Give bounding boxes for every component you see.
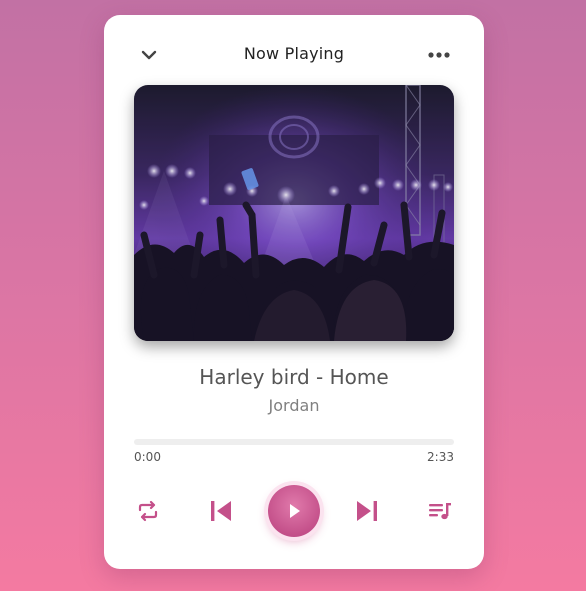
play-icon (290, 504, 300, 518)
repeat-icon (138, 500, 158, 522)
track-artist: Jordan (268, 396, 320, 415)
player-card: Now Playing Harley bird - Home Jordan 0:… (104, 15, 484, 569)
more-horizontal-icon (428, 52, 450, 58)
next-button[interactable] (351, 495, 383, 527)
progress-bar[interactable] (134, 439, 454, 445)
current-time: 0:00 (134, 450, 161, 464)
track-title: Harley bird - Home (199, 365, 389, 389)
more-options-button[interactable] (424, 41, 454, 69)
previous-button[interactable] (205, 495, 237, 527)
playlist-button[interactable] (424, 495, 456, 527)
player-header: Now Playing (104, 15, 484, 95)
skip-forward-icon (357, 501, 377, 521)
concert-crowd-image (134, 85, 454, 341)
album-artwork (134, 85, 454, 341)
play-button[interactable] (268, 485, 320, 537)
duration-time: 2:33 (427, 450, 454, 464)
playlist-icon (429, 503, 451, 520)
skip-back-icon (211, 501, 231, 521)
repeat-button[interactable] (132, 495, 164, 527)
